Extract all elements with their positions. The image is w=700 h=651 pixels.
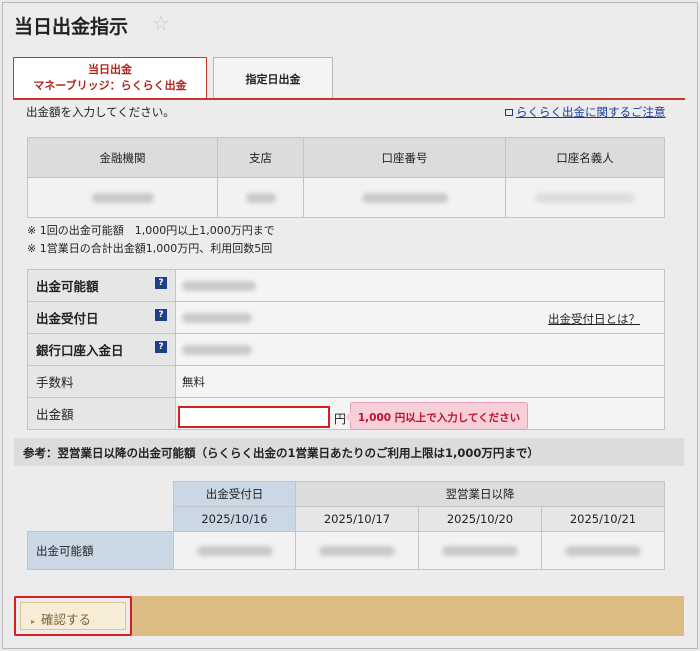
confirm-button-frame: ▸ 確認する [14, 596, 132, 636]
instruction-text: 出金額を入力してください。 [26, 105, 175, 119]
account-table: 金融機関 支店 口座番号 口座名義人 [27, 137, 665, 218]
validation-tooltip: 1,000 円以上で入力してください [344, 402, 528, 430]
future-value-cell [295, 531, 419, 570]
account-number-cell [303, 177, 506, 218]
date-cell: 2025/10/17 [295, 506, 419, 532]
header-bank: 金融機関 [27, 137, 218, 178]
fee-label: 手数料 [27, 365, 176, 398]
deposit-date-label-cell: 銀行口座入金日? [27, 333, 176, 366]
tab-same-day-line1: 当日出金 [88, 63, 132, 76]
blank-cell [28, 507, 174, 532]
date-cell: 2025/10/16 [173, 506, 296, 532]
branch-cell [217, 177, 304, 218]
header-transfer-date: 出金受付日 [173, 481, 296, 507]
notes: ※ 1回の出金可能額 1,000円以上1,000万円まで ※ 1営業日の合計出金… [27, 222, 275, 258]
tab-same-day[interactable]: 当日出金 マネーブリッジ：らくらく出金 [13, 57, 207, 99]
future-availability-table: 出金受付日 翌営業日以降 2025/10/16 2025/10/17 2025/… [27, 481, 665, 570]
transfer-date-label-cell: 出金受付日? [27, 301, 176, 334]
help-icon[interactable]: ? [155, 277, 167, 289]
help-icon[interactable]: ? [155, 341, 167, 353]
confirm-button-label: 確認する [41, 612, 92, 627]
bank-name-cell [27, 177, 218, 218]
window-icon [505, 109, 513, 116]
header-branch: 支店 [217, 137, 304, 178]
fee-value: 無料 [175, 365, 665, 398]
available-label: 出金可能額 [36, 279, 99, 294]
blank-cell [28, 482, 174, 507]
account-holder-cell [505, 177, 665, 218]
favorite-star-icon[interactable]: ☆ [152, 11, 170, 35]
note-line: ※ 1回の出金可能額 1,000円以上1,000万円まで [27, 224, 275, 237]
notice-link[interactable]: らくらく出金に関するご注意 [505, 104, 666, 120]
future-value-cell [541, 531, 665, 570]
header-account-number: 口座番号 [303, 137, 506, 178]
header-account-holder: 口座名義人 [505, 137, 665, 178]
tab-same-day-line2: マネーブリッジ：らくらく出金 [33, 79, 187, 92]
tab-underline [13, 98, 685, 100]
note-line: ※ 1営業日の合計出金額1,000万円、利用回数5回 [27, 242, 273, 255]
transfer-date-help-link[interactable]: 出金受付日とは？ [548, 311, 640, 327]
date-cell: 2025/10/21 [541, 506, 665, 532]
deposit-date-value [175, 333, 665, 366]
withdrawal-info-table: 出金可能額? 出金受付日? 出金受付日とは？ 銀行口座入金日? 手数料 無料 出… [27, 269, 665, 430]
transfer-date-label: 出金受付日 [36, 311, 99, 326]
tab-scheduled-label: 指定日出金 [245, 73, 301, 86]
confirm-button[interactable]: ▸ 確認する [20, 602, 126, 630]
deposit-date-label: 銀行口座入金日 [36, 343, 124, 358]
future-available-label: 出金可能額 [27, 531, 174, 570]
notice-link-label: らくらく出金に関するご注意 [516, 105, 666, 119]
available-label-cell: 出金可能額? [27, 269, 176, 302]
available-value [175, 269, 665, 302]
reference-heading: 参考：翌営業日以降の出金可能額（らくらく出金の1営業日あたりのご利用上限は1,0… [14, 438, 684, 466]
tab-scheduled[interactable]: 指定日出金 [213, 57, 333, 99]
future-value-cell [418, 531, 542, 570]
amount-input[interactable] [178, 406, 330, 428]
future-value-cell [173, 531, 296, 570]
amount-label: 出金額 [27, 397, 176, 430]
arrow-right-icon: ▸ [31, 617, 36, 626]
help-icon[interactable]: ? [155, 309, 167, 321]
date-cell: 2025/10/20 [418, 506, 542, 532]
transfer-date-value: 出金受付日とは？ [175, 301, 665, 334]
page-title: 当日出金指示 [14, 16, 129, 38]
header-next-business-days: 翌営業日以降 [295, 481, 665, 507]
